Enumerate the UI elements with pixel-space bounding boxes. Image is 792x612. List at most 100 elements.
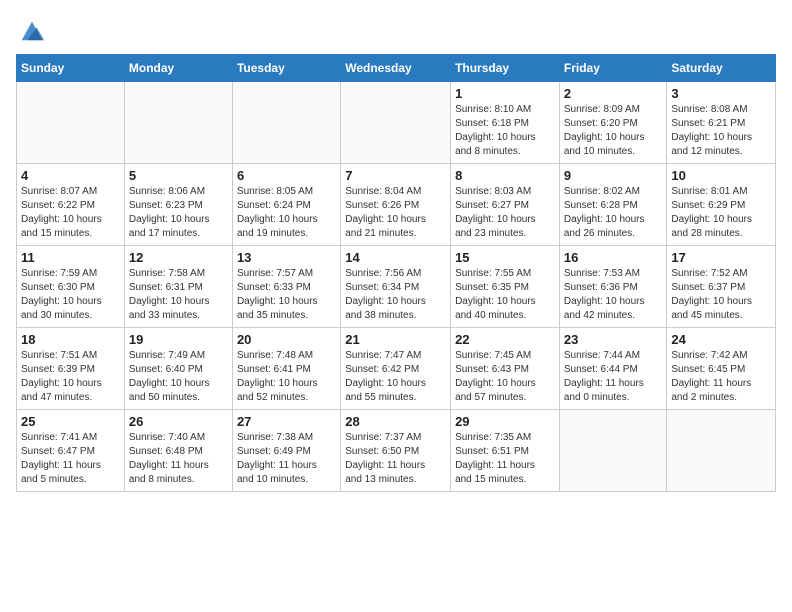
- calendar-cell: 6 Sunrise: 8:05 AM Sunset: 6:24 PM Daylig…: [232, 164, 340, 246]
- calendar-cell: [17, 82, 125, 164]
- day-number: 14: [345, 250, 446, 265]
- calendar-cell: 13 Sunrise: 7:57 AM Sunset: 6:33 PM Dayli…: [232, 246, 340, 328]
- weekday-header-saturday: Saturday: [667, 55, 776, 82]
- week-row-3: 11 Sunrise: 7:59 AM Sunset: 6:30 PM Dayli…: [17, 246, 776, 328]
- day-number: 18: [21, 332, 120, 347]
- calendar-cell: 23 Sunrise: 7:44 AM Sunset: 6:44 PM Dayli…: [559, 328, 667, 410]
- weekday-header-row: SundayMondayTuesdayWednesdayThursdayFrid…: [17, 55, 776, 82]
- day-info: Sunrise: 7:44 AM Sunset: 6:44 PM Dayligh…: [564, 349, 663, 405]
- calendar-cell: 3 Sunrise: 8:08 AM Sunset: 6:21 PM Daylig…: [667, 82, 776, 164]
- calendar-cell: [559, 410, 667, 492]
- day-info: Sunrise: 8:10 AM Sunset: 6:18 PM Dayligh…: [455, 103, 555, 159]
- day-info: Sunrise: 7:38 AM Sunset: 6:49 PM Dayligh…: [237, 431, 336, 487]
- day-number: 21: [345, 332, 446, 347]
- day-number: 5: [129, 168, 228, 183]
- day-info: Sunrise: 8:02 AM Sunset: 6:28 PM Dayligh…: [564, 185, 663, 241]
- day-number: 26: [129, 414, 228, 429]
- day-info: Sunrise: 7:48 AM Sunset: 6:41 PM Dayligh…: [237, 349, 336, 405]
- calendar-cell: 2 Sunrise: 8:09 AM Sunset: 6:20 PM Daylig…: [559, 82, 667, 164]
- calendar-cell: 28 Sunrise: 7:37 AM Sunset: 6:50 PM Dayli…: [341, 410, 451, 492]
- day-info: Sunrise: 7:41 AM Sunset: 6:47 PM Dayligh…: [21, 431, 120, 487]
- day-info: Sunrise: 8:04 AM Sunset: 6:26 PM Dayligh…: [345, 185, 446, 241]
- calendar-cell: 12 Sunrise: 7:58 AM Sunset: 6:31 PM Dayli…: [124, 246, 232, 328]
- day-number: 24: [671, 332, 771, 347]
- calendar-cell: 19 Sunrise: 7:49 AM Sunset: 6:40 PM Dayli…: [124, 328, 232, 410]
- calendar-cell: 7 Sunrise: 8:04 AM Sunset: 6:26 PM Daylig…: [341, 164, 451, 246]
- day-number: 8: [455, 168, 555, 183]
- calendar-cell: 29 Sunrise: 7:35 AM Sunset: 6:51 PM Dayli…: [451, 410, 560, 492]
- day-info: Sunrise: 7:58 AM Sunset: 6:31 PM Dayligh…: [129, 267, 228, 323]
- week-row-4: 18 Sunrise: 7:51 AM Sunset: 6:39 PM Dayli…: [17, 328, 776, 410]
- day-number: 19: [129, 332, 228, 347]
- day-number: 13: [237, 250, 336, 265]
- calendar-cell: 21 Sunrise: 7:47 AM Sunset: 6:42 PM Dayli…: [341, 328, 451, 410]
- day-number: 1: [455, 86, 555, 101]
- calendar-cell: 26Sunrise: 7:40 AM Sunset: 6:48 PM Dayli…: [124, 410, 232, 492]
- day-number: 23: [564, 332, 663, 347]
- day-info: Sunrise: 7:47 AM Sunset: 6:42 PM Dayligh…: [345, 349, 446, 405]
- weekday-header-friday: Friday: [559, 55, 667, 82]
- day-info: Sunrise: 7:51 AM Sunset: 6:39 PM Dayligh…: [21, 349, 120, 405]
- day-info: Sunrise: 8:07 AM Sunset: 6:22 PM Dayligh…: [21, 185, 120, 241]
- weekday-header-sunday: Sunday: [17, 55, 125, 82]
- calendar-cell: [124, 82, 232, 164]
- day-number: 4: [21, 168, 120, 183]
- day-number: 3: [671, 86, 771, 101]
- day-info: Sunrise: 7:52 AM Sunset: 6:37 PM Dayligh…: [671, 267, 771, 323]
- day-info: Sunrise: 7:57 AM Sunset: 6:33 PM Dayligh…: [237, 267, 336, 323]
- header: [16, 16, 776, 44]
- calendar-cell: 5 Sunrise: 8:06 AM Sunset: 6:23 PM Daylig…: [124, 164, 232, 246]
- day-number: 9: [564, 168, 663, 183]
- day-number: 25: [21, 414, 120, 429]
- calendar-cell: [667, 410, 776, 492]
- weekday-header-monday: Monday: [124, 55, 232, 82]
- day-info: Sunrise: 8:05 AM Sunset: 6:24 PM Dayligh…: [237, 185, 336, 241]
- day-info: Sunrise: 7:49 AM Sunset: 6:40 PM Dayligh…: [129, 349, 228, 405]
- calendar-cell: 1 Sunrise: 8:10 AM Sunset: 6:18 PM Daylig…: [451, 82, 560, 164]
- day-number: 29: [455, 414, 555, 429]
- day-number: 12: [129, 250, 228, 265]
- calendar-cell: 16 Sunrise: 7:53 AM Sunset: 6:36 PM Dayli…: [559, 246, 667, 328]
- day-number: 6: [237, 168, 336, 183]
- calendar-cell: 15Sunrise: 7:55 AM Sunset: 6:35 PM Dayli…: [451, 246, 560, 328]
- calendar-cell: 8 Sunrise: 8:03 AM Sunset: 6:27 PM Daylig…: [451, 164, 560, 246]
- day-number: 11: [21, 250, 120, 265]
- logo: [16, 16, 46, 44]
- calendar-cell: 9 Sunrise: 8:02 AM Sunset: 6:28 PM Daylig…: [559, 164, 667, 246]
- calendar-cell: 17Sunrise: 7:52 AM Sunset: 6:37 PM Dayli…: [667, 246, 776, 328]
- day-info: Sunrise: 7:59 AM Sunset: 6:30 PM Dayligh…: [21, 267, 120, 323]
- calendar-cell: [341, 82, 451, 164]
- day-number: 15: [455, 250, 555, 265]
- day-info: Sunrise: 8:08 AM Sunset: 6:21 PM Dayligh…: [671, 103, 771, 159]
- weekday-header-wednesday: Wednesday: [341, 55, 451, 82]
- day-number: 20: [237, 332, 336, 347]
- calendar-cell: 27 Sunrise: 7:38 AM Sunset: 6:49 PM Dayli…: [232, 410, 340, 492]
- weekday-header-tuesday: Tuesday: [232, 55, 340, 82]
- calendar-table: SundayMondayTuesdayWednesdayThursdayFrid…: [16, 54, 776, 492]
- day-number: 27: [237, 414, 336, 429]
- calendar-cell: 11 Sunrise: 7:59 AM Sunset: 6:30 PM Dayli…: [17, 246, 125, 328]
- day-info: Sunrise: 8:09 AM Sunset: 6:20 PM Dayligh…: [564, 103, 663, 159]
- day-info: Sunrise: 8:06 AM Sunset: 6:23 PM Dayligh…: [129, 185, 228, 241]
- calendar-cell: 18 Sunrise: 7:51 AM Sunset: 6:39 PM Dayli…: [17, 328, 125, 410]
- day-number: 22: [455, 332, 555, 347]
- day-number: 28: [345, 414, 446, 429]
- day-info: Sunrise: 8:01 AM Sunset: 6:29 PM Dayligh…: [671, 185, 771, 241]
- week-row-1: 1 Sunrise: 8:10 AM Sunset: 6:18 PM Daylig…: [17, 82, 776, 164]
- day-info: Sunrise: 7:53 AM Sunset: 6:36 PM Dayligh…: [564, 267, 663, 323]
- calendar-cell: 10 Sunrise: 8:01 AM Sunset: 6:29 PM Dayli…: [667, 164, 776, 246]
- week-row-5: 25 Sunrise: 7:41 AM Sunset: 6:47 PM Dayli…: [17, 410, 776, 492]
- day-info: Sunrise: 7:35 AM Sunset: 6:51 PM Dayligh…: [455, 431, 555, 487]
- day-number: 2: [564, 86, 663, 101]
- day-info: Sunrise: 7:45 AM Sunset: 6:43 PM Dayligh…: [455, 349, 555, 405]
- calendar-cell: [232, 82, 340, 164]
- calendar-cell: 24Sunrise: 7:42 AM Sunset: 6:45 PM Dayli…: [667, 328, 776, 410]
- calendar-cell: 14 Sunrise: 7:56 AM Sunset: 6:34 PM Dayli…: [341, 246, 451, 328]
- calendar-cell: 25 Sunrise: 7:41 AM Sunset: 6:47 PM Dayli…: [17, 410, 125, 492]
- day-number: 16: [564, 250, 663, 265]
- day-info: Sunrise: 7:37 AM Sunset: 6:50 PM Dayligh…: [345, 431, 446, 487]
- day-info: Sunrise: 7:56 AM Sunset: 6:34 PM Dayligh…: [345, 267, 446, 323]
- day-info: Sunrise: 8:03 AM Sunset: 6:27 PM Dayligh…: [455, 185, 555, 241]
- day-number: 10: [671, 168, 771, 183]
- day-number: 7: [345, 168, 446, 183]
